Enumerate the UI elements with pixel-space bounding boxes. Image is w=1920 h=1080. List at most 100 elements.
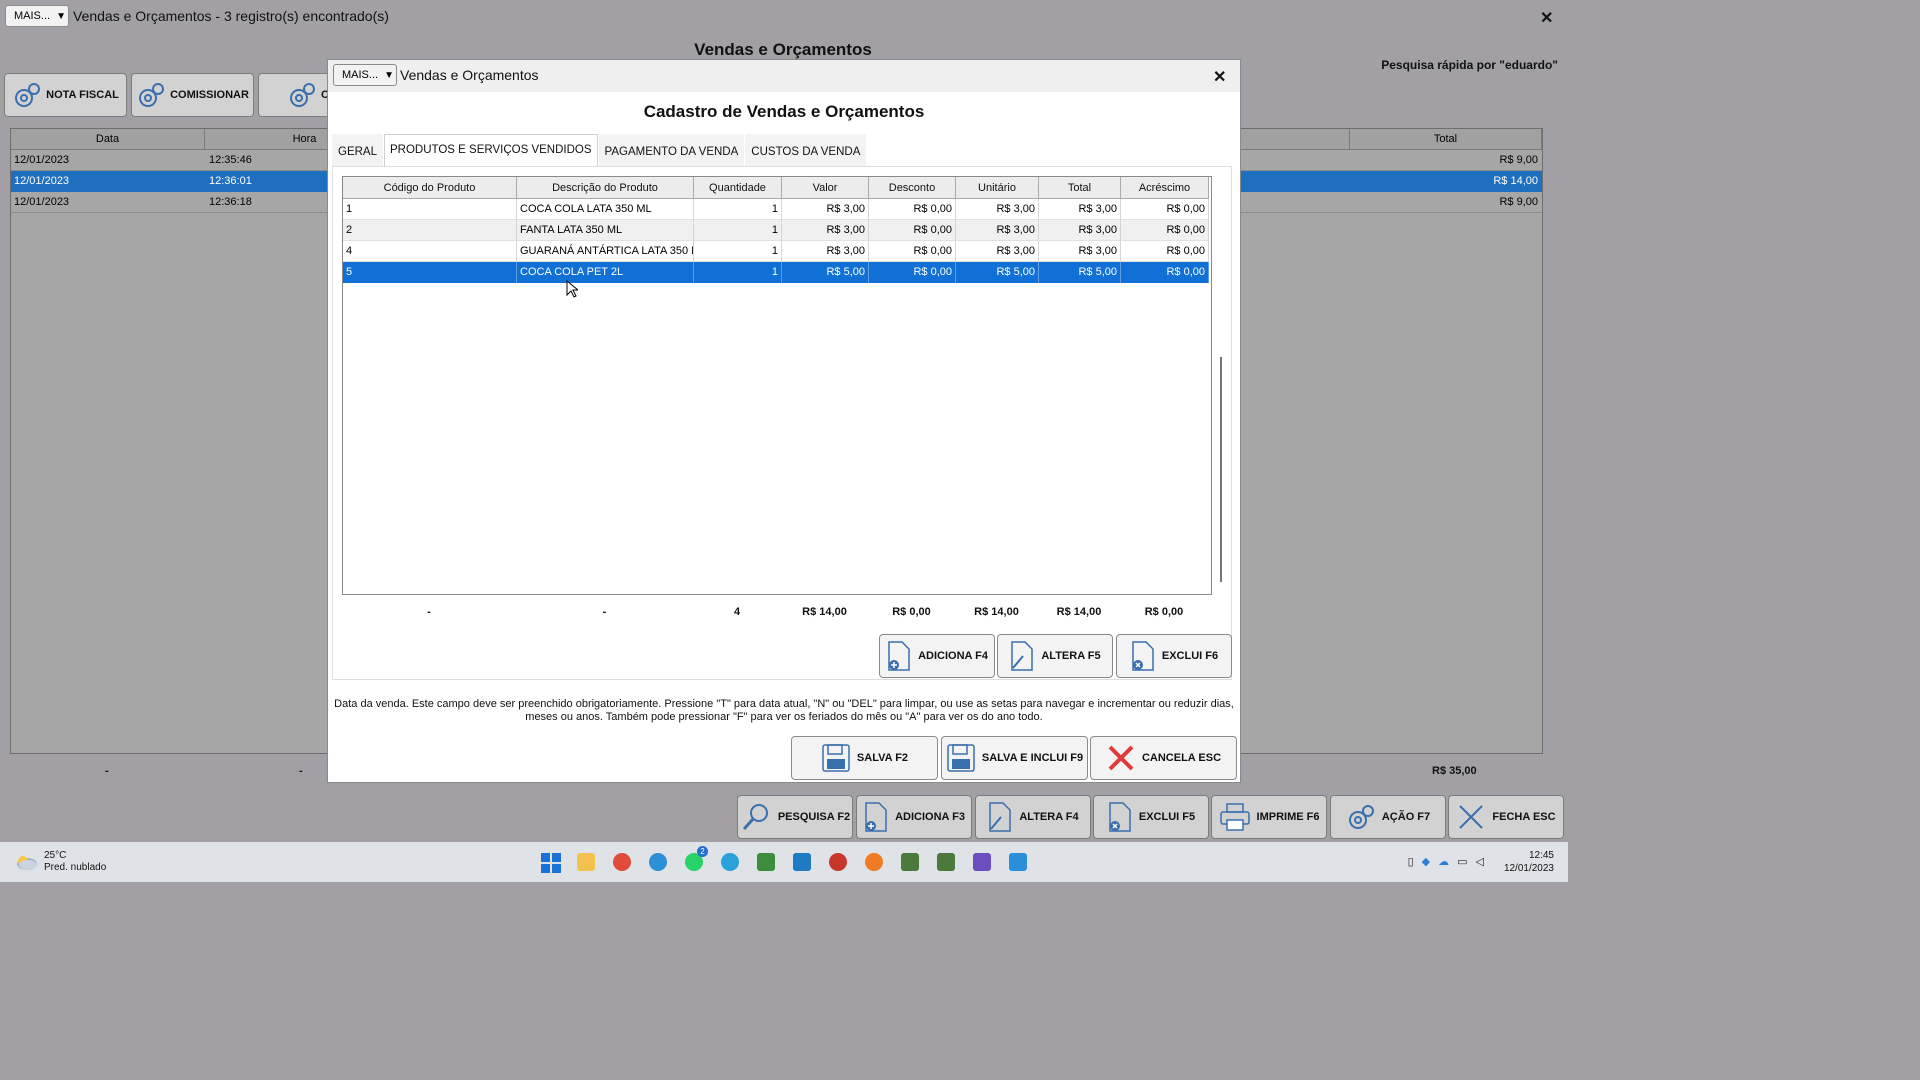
cell-acrescimo: R$ 0,00 (1121, 241, 1209, 262)
column-header-total[interactable]: Total (1350, 129, 1542, 150)
mouse-cursor-icon (566, 280, 578, 298)
cell-qty: 1 (694, 241, 782, 262)
dialog-heading: Cadastro de Vendas e Orçamentos (643, 102, 925, 121)
whatsapp-icon[interactable]: 2 (685, 846, 708, 871)
telegram-icon[interactable] (721, 853, 739, 871)
windows-start-icon[interactable] (541, 853, 561, 873)
cell-code: 4 (343, 241, 517, 262)
imprime-button[interactable]: IMPRIME F6 (1211, 795, 1327, 839)
column-header-unitario[interactable]: Unitário (956, 177, 1039, 199)
firefox-icon[interactable] (865, 853, 883, 871)
tab-pagamento[interactable]: PAGAMENTO DA VENDA (598, 134, 745, 166)
grid-totals-row: - - 4 R$ 14,00 R$ 0,00 R$ 14,00 R$ 14,00… (342, 606, 1212, 620)
main-page-heading: Vendas e Orçamentos (694, 40, 872, 59)
cell-total: R$ 5,00 (1039, 262, 1121, 283)
network-icon[interactable]: ▭ (1457, 855, 1467, 868)
tab-geral[interactable]: GERAL (332, 134, 383, 166)
salva-e-inclui-button[interactable]: SALVA E INCLUI F9 (941, 736, 1088, 780)
column-header-acrescimo[interactable]: Acréscimo (1121, 177, 1209, 199)
altera-item-button[interactable]: ALTERA F5 (997, 634, 1113, 678)
total-code: - (427, 606, 431, 618)
exclui-item-label: EXCLUI F6 (1161, 650, 1219, 662)
column-header-valor[interactable]: Valor (782, 177, 869, 199)
third-toolbar-button[interactable]: C (258, 73, 338, 117)
main-close-icon[interactable]: ✕ (1540, 8, 1553, 28)
cell-total: R$ 3,00 (1039, 199, 1121, 220)
acao-button[interactable]: AÇÃO F7 (1330, 795, 1446, 839)
adiciona-item-button[interactable]: ADICIONA F4 (879, 634, 995, 678)
grid-row[interactable]: 1 COCA COLA LATA 350 ML 1 R$ 3,00 R$ 0,0… (343, 199, 1209, 220)
notification-badge: 2 (697, 846, 708, 857)
cell-total: R$ 3,00 (1039, 220, 1121, 241)
gear-icon (290, 83, 315, 107)
file-explorer-icon[interactable] (577, 853, 595, 871)
dialog-mais-menu-button[interactable]: MAIS... ▼ (333, 64, 397, 86)
column-header-total[interactable]: Total (1039, 177, 1121, 199)
window-app-icon[interactable] (1009, 853, 1027, 871)
chrome-icon[interactable] (613, 853, 631, 871)
salva-button[interactable]: SALVA F2 (791, 736, 938, 780)
column-header-descricao[interactable]: Descrição do Produto (517, 177, 694, 199)
tab-custos[interactable]: CUSTOS DA VENDA (745, 134, 867, 166)
grid-row-selected[interactable]: 5 COCA COLA PET 2L 1 R$ 5,00 R$ 0,00 R$ … (343, 262, 1209, 283)
column-header-quantidade[interactable]: Quantidade (694, 177, 782, 199)
add-document-icon (888, 641, 910, 671)
cell-code: 1 (343, 199, 517, 220)
security-icon[interactable]: ◆ (1422, 855, 1430, 868)
cell-unitario: R$ 3,00 (956, 220, 1039, 241)
cancela-button[interactable]: CANCELA ESC (1090, 736, 1237, 780)
spreadsheet-app-icon[interactable] (757, 853, 775, 871)
cancel-x-icon (1108, 745, 1134, 771)
volume-icon[interactable]: ◁ (1476, 855, 1484, 868)
system-app-active-icon[interactable] (937, 853, 955, 871)
delete-document-icon (1132, 641, 1154, 671)
chevron-down-icon: ▼ (56, 10, 66, 22)
row-total: R$ 9,00 (1499, 196, 1538, 208)
field-help-text: Data da venda. Este campo deve ser preen… (334, 698, 1234, 723)
exclui-item-button[interactable]: EXCLUI F6 (1116, 634, 1232, 678)
weather-widget[interactable]: 25°C Pred. nublado (14, 850, 106, 874)
total-desconto: R$ 0,00 (892, 606, 931, 618)
cloud-sync-icon[interactable]: ☁ (1438, 855, 1449, 868)
column-header-data[interactable]: Data (11, 129, 205, 150)
system-app-icon[interactable] (901, 853, 919, 871)
column-header-codigo[interactable]: Código do Produto (343, 177, 517, 199)
clock[interactable]: 12:45 12/01/2023 (1504, 849, 1554, 875)
cell-desc: FANTA LATA 350 ML (517, 220, 694, 241)
comissionar-button[interactable]: COMISSIONAR (131, 73, 254, 117)
mail-app-icon[interactable] (793, 853, 811, 871)
row-time: 12:35:46 (209, 154, 252, 166)
clock-date: 12/01/2023 (1503, 863, 1554, 874)
altera-button[interactable]: ALTERA F4 (975, 795, 1091, 839)
red-app-icon[interactable] (829, 853, 847, 871)
nota-fiscal-button[interactable]: NOTA FISCAL (4, 73, 127, 117)
grid-row[interactable]: 2 FANTA LATA 350 ML 1 R$ 3,00 R$ 0,00 R$… (343, 220, 1209, 241)
save-disk-icon (822, 744, 850, 772)
cell-desc: GUARANÁ ANTÁRTICA LATA 350 M (517, 241, 694, 262)
gear-icon (15, 83, 41, 107)
exclui-button[interactable]: EXCLUI F5 (1093, 795, 1209, 839)
video-app-icon[interactable] (973, 853, 991, 871)
dialog-close-icon[interactable]: ✕ (1213, 67, 1226, 87)
gear-icon (139, 83, 165, 107)
adiciona-item-label: ADICIONA F4 (918, 650, 988, 662)
edge-icon[interactable] (649, 853, 667, 871)
cell-qty: 1 (694, 220, 782, 241)
tab-produtos-servicos[interactable]: PRODUTOS E SERVIÇOS VENDIDOS (384, 134, 598, 166)
adiciona-button[interactable]: ADICIONA F3 (856, 795, 972, 839)
printer-icon (1219, 803, 1250, 831)
cell-desconto: R$ 0,00 (869, 262, 956, 283)
main-mais-menu-button[interactable]: MAIS... ▼ (5, 5, 69, 27)
dialog-mais-label: MAIS... (342, 69, 379, 81)
total-acrescimo: R$ 0,00 (1144, 606, 1184, 618)
cell-total: R$ 3,00 (1039, 241, 1121, 262)
pesquisa-button[interactable]: PESQUISA F2 (737, 795, 853, 839)
grid-row[interactable]: 4 GUARANÁ ANTÁRTICA LATA 350 M 1 R$ 3,00… (343, 241, 1209, 262)
fecha-button[interactable]: FECHA ESC (1448, 795, 1564, 839)
usb-icon[interactable]: ▯ (1408, 855, 1414, 868)
column-header-desconto[interactable]: Desconto (869, 177, 956, 199)
scrollbar-thumb[interactable] (1220, 357, 1222, 582)
altera-item-label: ALTERA F5 (1041, 650, 1101, 662)
exclui-label: EXCLUI F5 (1138, 811, 1196, 823)
grid-scrollbar[interactable] (1216, 177, 1226, 582)
